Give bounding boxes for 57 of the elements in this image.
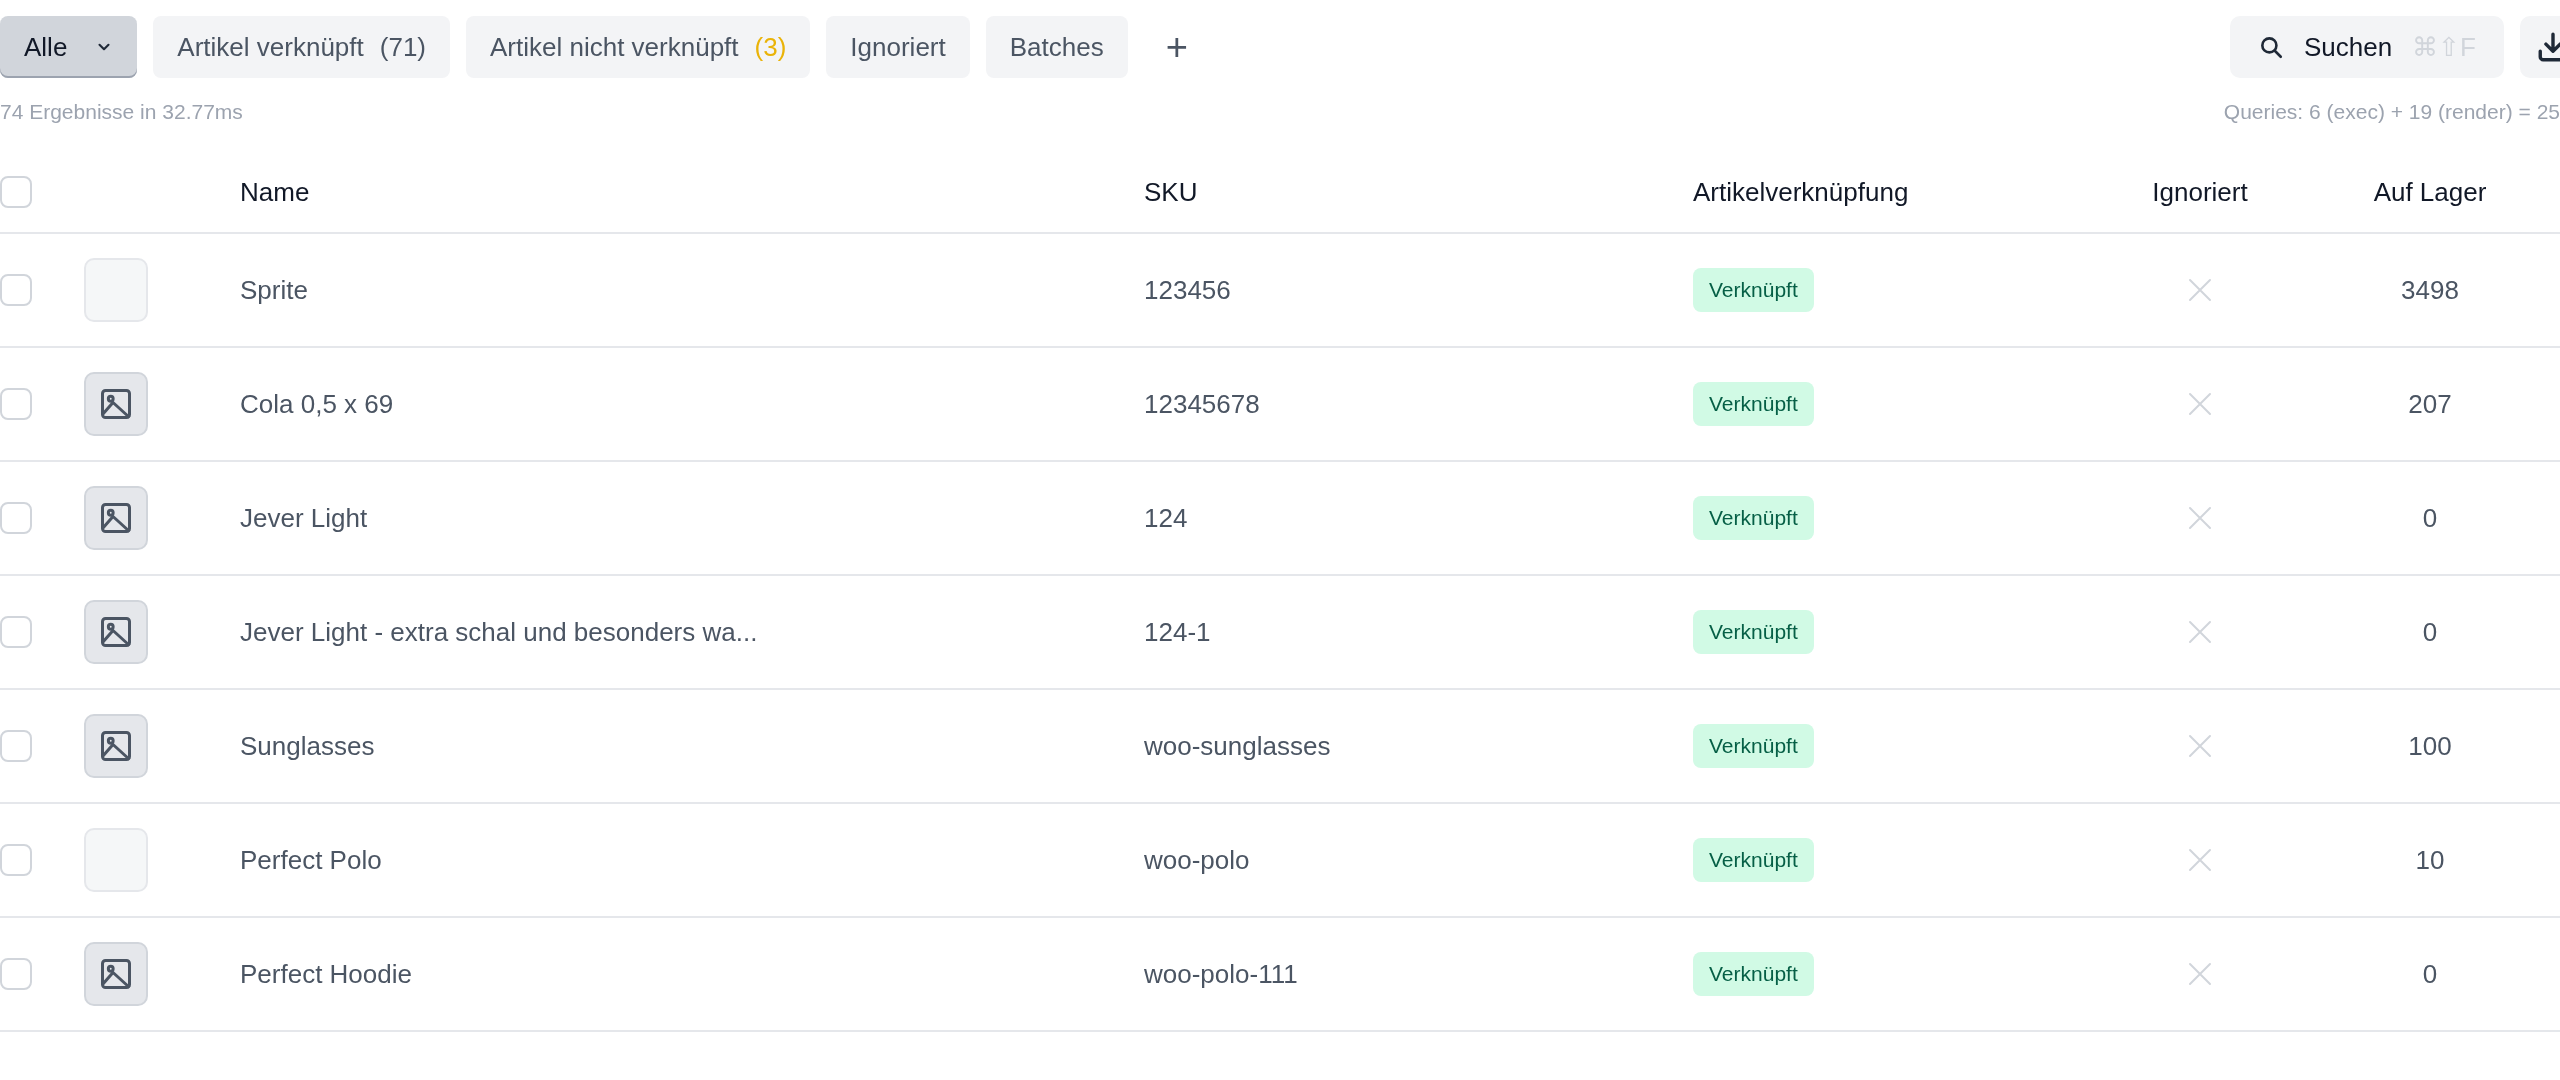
column-header: SKU bbox=[1144, 176, 1198, 208]
filter-tab[interactable]: Alle bbox=[0, 16, 138, 78]
image-icon bbox=[98, 956, 134, 992]
status-badge: Verknüpft bbox=[1693, 838, 1814, 882]
column-header: Auf Lager bbox=[2373, 176, 2487, 208]
status-badge: Verknüpft bbox=[1693, 610, 1814, 654]
status-badge: Verknüpft bbox=[1693, 724, 1814, 768]
sku-text: 12345678 bbox=[1144, 388, 1260, 420]
checkbox[interactable] bbox=[0, 616, 32, 648]
filter-tab[interactable]: Batches bbox=[985, 16, 1128, 78]
column-header: Name bbox=[240, 176, 310, 208]
checkbox[interactable] bbox=[0, 730, 32, 762]
stock-count: 0 bbox=[2422, 616, 2438, 648]
checkbox[interactable] bbox=[0, 502, 32, 534]
image-icon bbox=[98, 614, 134, 650]
stock-count: 207 bbox=[2408, 388, 2452, 420]
checkbox[interactable] bbox=[0, 958, 32, 990]
download-icon bbox=[2536, 30, 2560, 64]
product-name: Perfect Polo bbox=[240, 844, 382, 876]
product-name: Sprite bbox=[240, 274, 308, 306]
image-icon bbox=[98, 500, 134, 536]
sku-text: woo-polo bbox=[1144, 844, 1250, 876]
product-name: Perfect Hoodie bbox=[240, 958, 412, 990]
stock-count: 10 bbox=[2415, 844, 2445, 876]
image-icon bbox=[98, 728, 134, 764]
checkbox[interactable] bbox=[0, 844, 32, 876]
column-header: Artikelverknüpfung bbox=[1693, 176, 1909, 208]
product-name: Sunglasses bbox=[240, 730, 375, 762]
filter-tab[interactable]: Ignoriert bbox=[826, 16, 970, 78]
sku-text: 124-1 bbox=[1144, 616, 1211, 648]
status-badge: Verknüpft bbox=[1693, 268, 1814, 312]
sku-text: 124 bbox=[1144, 502, 1188, 534]
add-tab-button[interactable]: + bbox=[1143, 16, 1210, 78]
stock-count: 3498 bbox=[2401, 274, 2459, 306]
status-badge: Verknüpft bbox=[1693, 496, 1814, 540]
checkbox[interactable] bbox=[0, 176, 32, 208]
photo-placeholder bbox=[84, 828, 148, 892]
query-info: Queries: 6 (exec) + 19 (render) = 25 bbox=[2223, 100, 2560, 125]
sku-text: woo-sunglasses bbox=[1144, 730, 1331, 762]
status-badge: Verknüpft bbox=[1693, 952, 1814, 996]
filter-tab[interactable]: Artikel verknüpft (71) bbox=[153, 16, 450, 78]
product-name: Jever Light bbox=[240, 502, 368, 534]
product-name: Cola 0,5 x 69 bbox=[240, 388, 394, 420]
photo-placeholder bbox=[84, 258, 148, 322]
status-badge: Verknüpft bbox=[1693, 382, 1814, 426]
filter-tab[interactable]: Artikel nicht verknüpft (3) bbox=[466, 16, 811, 78]
sku-text: woo-polo-111 bbox=[1144, 958, 1298, 990]
stock-count: 0 bbox=[2422, 502, 2438, 534]
column-header: Ignoriert bbox=[2152, 176, 2248, 208]
checkbox[interactable] bbox=[0, 274, 32, 306]
result-count: 74 Ergebnisse in 32.77ms bbox=[0, 100, 243, 125]
sku-text: 123456 bbox=[1144, 274, 1231, 306]
checkbox[interactable] bbox=[0, 388, 32, 420]
stock-count: 0 bbox=[2422, 958, 2438, 990]
stock-count: 100 bbox=[2408, 730, 2452, 762]
image-icon bbox=[98, 386, 134, 422]
product-name: Jever Light - extra schal und besonders wa... bbox=[240, 616, 758, 648]
